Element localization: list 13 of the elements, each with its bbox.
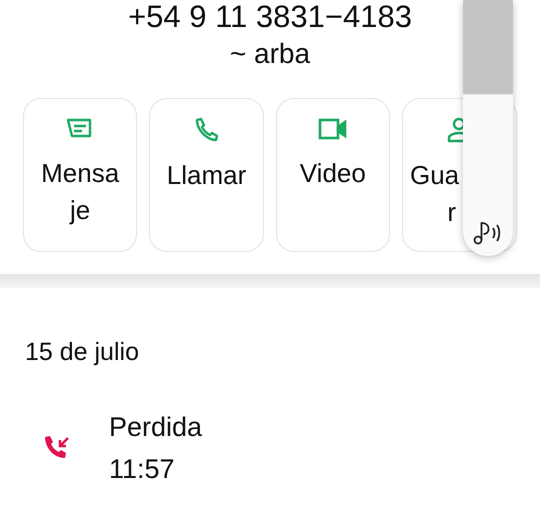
date-heading: 15 de julio bbox=[24, 337, 140, 368]
volume-slider[interactable] bbox=[463, 0, 513, 256]
phone-icon bbox=[194, 117, 218, 143]
call-button[interactable]: Llamar bbox=[149, 98, 264, 252]
contact-name: ~ arba bbox=[230, 37, 310, 71]
person-icon bbox=[446, 117, 464, 143]
video-button[interactable]: Video bbox=[276, 98, 390, 252]
video-camera-icon bbox=[318, 117, 348, 141]
call-time: 11:57 bbox=[109, 453, 176, 486]
call-status: Perdida bbox=[109, 411, 202, 444]
phone-number: +54 9 11 3831−4183 bbox=[128, 0, 412, 34]
music-note-icon bbox=[473, 220, 503, 246]
message-button[interactable]: Mensa je bbox=[23, 98, 138, 252]
